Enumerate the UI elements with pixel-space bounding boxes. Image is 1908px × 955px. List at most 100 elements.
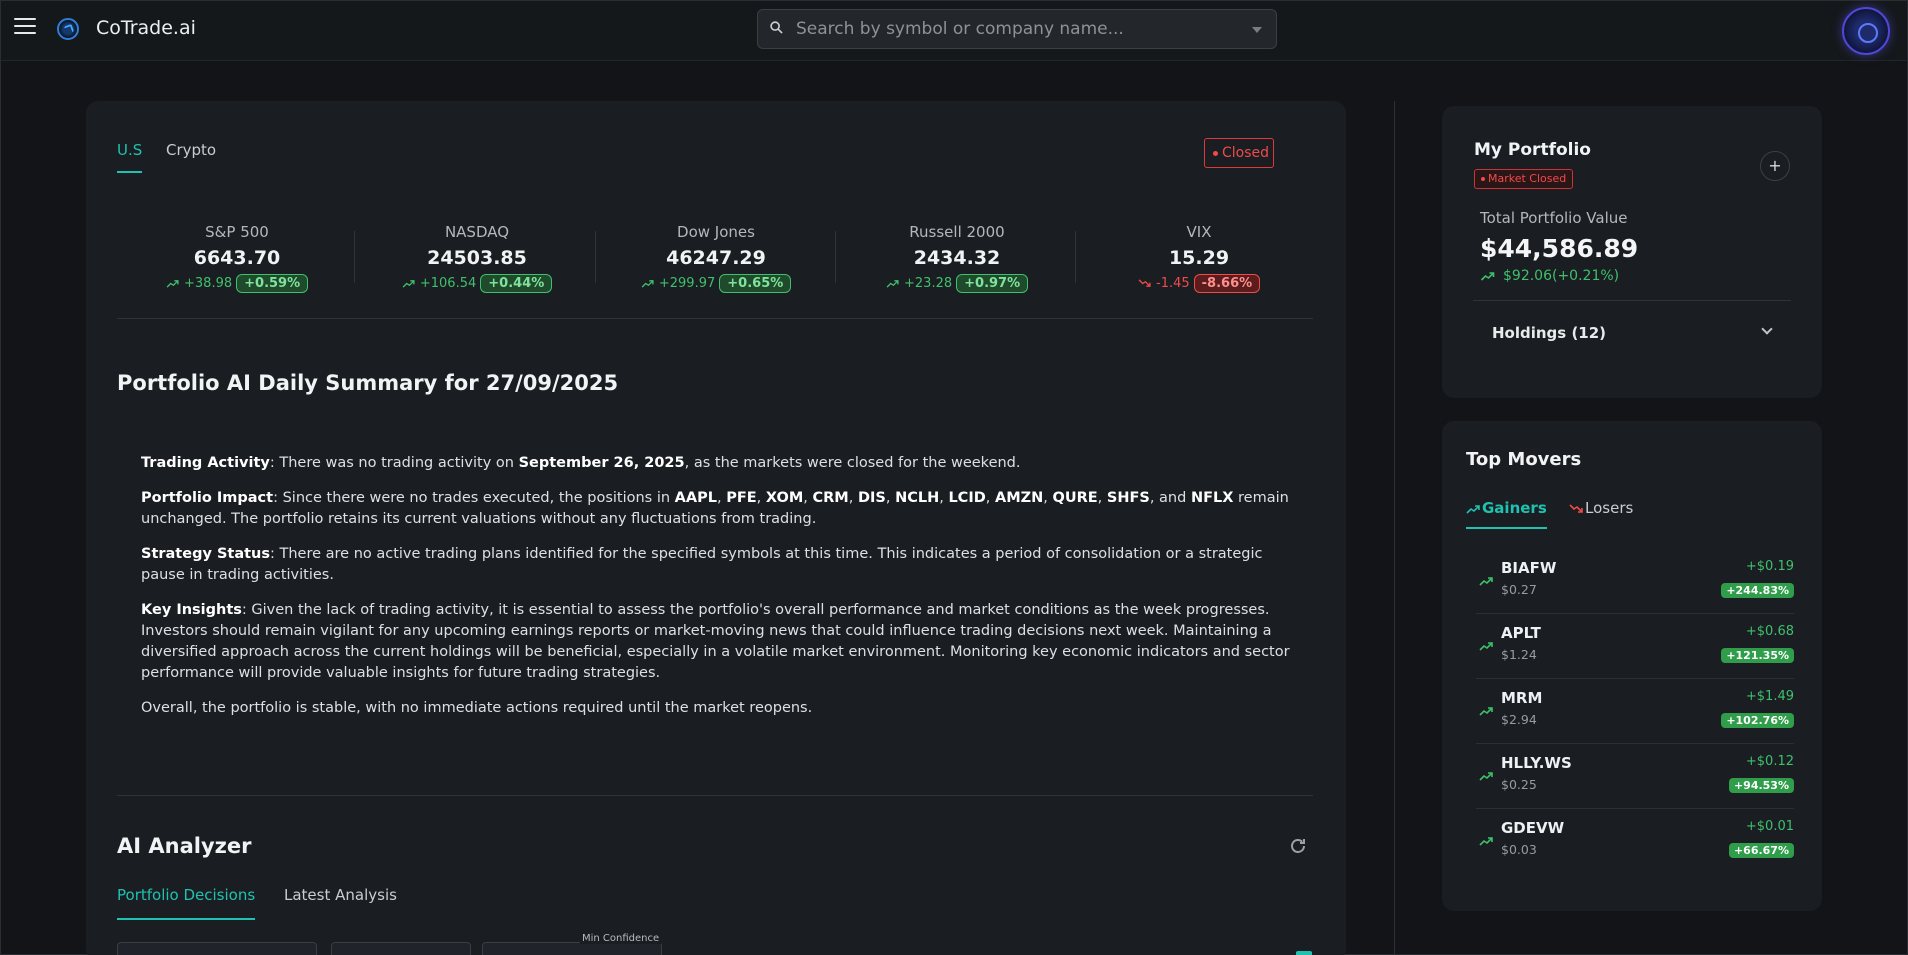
market-closed-badge: Market Closed (1474, 169, 1574, 189)
summary-text: : There was no trading activity on (269, 455, 519, 471)
index-value: 46247.29 (666, 247, 766, 269)
mover-pct-badge: +94.53% (1728, 778, 1794, 793)
summary-text: , and (1149, 490, 1191, 506)
portfolio-title: My Portfolio (1474, 140, 1591, 160)
tab-losers[interactable]: Losers (1569, 499, 1633, 517)
summary-label: Strategy Status (141, 546, 270, 562)
index-card-dow-jones[interactable]: Dow Jones 46247.29 +299.97 +0.65% (596, 221, 836, 301)
top-movers-title: Top Movers (1466, 449, 1582, 470)
index-value: 15.29 (1168, 247, 1230, 269)
trend-up-icon (402, 280, 415, 288)
mover-price: $0.27 (1501, 582, 1537, 597)
symbol: SHFS (1106, 490, 1150, 506)
mover-row[interactable]: MRM $2.94 +$1.49 +102.76% (1476, 679, 1794, 744)
summary-portfolio-impact: Portfolio Impact: Since there were no tr… (141, 490, 1289, 527)
trend-up-icon (1479, 707, 1493, 716)
avatar[interactable] (1842, 7, 1890, 55)
top-bar: CoTrade.ai (1, 1, 1907, 61)
main-panel: U.S Crypto Closed S&P 500 6643.70 +38.98… (86, 101, 1346, 955)
index-change-pct: +0.44% (480, 274, 553, 293)
symbol: QURE (1052, 490, 1098, 506)
mover-symbol: HLLY.WS (1501, 754, 1572, 772)
index-divider (354, 231, 355, 283)
holdings-toggle[interactable]: Holdings (12) (1473, 312, 1791, 352)
symbol: PFE (726, 490, 757, 506)
toggle-switch[interactable] (1296, 951, 1312, 955)
summary-strategy-status: Strategy Status: There are no active tra… (141, 544, 1291, 586)
mover-price: $0.25 (1501, 777, 1537, 792)
mover-row[interactable]: APLT $1.24 +$0.68 +121.35% (1476, 614, 1794, 679)
mover-pct-badge: +121.35% (1721, 648, 1794, 663)
index-name: NASDAQ (444, 223, 510, 241)
tab-us[interactable]: U.S (117, 141, 143, 173)
mover-row[interactable]: BIAFW $0.27 +$0.19 +244.83% (1476, 549, 1794, 614)
ai-analyzer-title: AI Analyzer (117, 834, 252, 858)
mover-symbol: BIAFW (1501, 559, 1557, 577)
summary-label: Key Insights (141, 602, 242, 618)
index-card-nasdaq[interactable]: NASDAQ 24503.85 +106.54 +0.44% (357, 221, 597, 301)
mover-pct-badge: +102.76% (1721, 713, 1794, 728)
index-change: +38.98 +0.59% (117, 274, 357, 293)
summary-key-insights: Key Insights: Given the lack of trading … (141, 600, 1291, 684)
portfolio-change-value: $92.06(+0.21%) (1503, 268, 1620, 284)
mover-change: +$0.19 (1745, 559, 1794, 574)
symbol: DIS (857, 490, 886, 506)
trend-up-icon (166, 280, 179, 288)
index-change-pct: +0.97% (956, 274, 1029, 293)
market-status-badge: Closed (1204, 138, 1274, 168)
trend-down-icon (1138, 279, 1151, 287)
brand-name[interactable]: CoTrade.ai (96, 17, 196, 39)
column-divider (1394, 101, 1395, 955)
chevron-down-icon[interactable] (1252, 27, 1262, 33)
tab-latest-analysis[interactable]: Latest Analysis (284, 886, 397, 904)
index-divider (835, 231, 836, 283)
action-filter[interactable] (331, 942, 471, 955)
trend-up-icon (641, 280, 654, 288)
symbol: LCID (948, 490, 986, 506)
search-icon (770, 21, 783, 34)
add-portfolio-button[interactable]: + (1760, 151, 1790, 181)
tab-portfolio-decisions[interactable]: Portfolio Decisions (117, 886, 256, 920)
index-change-value: -1.45 (1156, 276, 1190, 291)
index-change-value: +299.97 (658, 276, 716, 291)
mover-symbol: GDEVW (1501, 819, 1565, 837)
menu-icon[interactable] (14, 18, 36, 36)
index-value: 2434.32 (913, 247, 1001, 269)
index-card-vix[interactable]: VIX 15.29 -1.45 -8.66% (1079, 221, 1319, 301)
symbol: CRM (812, 490, 849, 506)
status-dot-icon (1481, 177, 1485, 181)
summary-label: Trading Activity (141, 455, 270, 471)
mover-row[interactable]: GDEVW $0.03 +$0.01 +66.67% (1476, 809, 1794, 874)
tab-gainers[interactable]: Gainers (1466, 499, 1547, 529)
symbol: NFLX (1190, 490, 1234, 506)
index-change-pct: +0.65% (719, 274, 792, 293)
mover-symbol: MRM (1501, 689, 1543, 707)
portfolio-divider (1473, 300, 1791, 301)
search-input[interactable] (796, 16, 1236, 42)
summary-body: Trading Activity: There was no trading a… (141, 453, 1291, 733)
index-change-pct: +0.59% (236, 274, 309, 293)
summary-label: Portfolio Impact (141, 490, 274, 506)
mover-row[interactable]: HLLY.WS $0.25 +$0.12 +94.53% (1476, 744, 1794, 809)
status-dot-icon (1213, 150, 1218, 156)
mover-symbol: APLT (1501, 624, 1541, 642)
index-strip: S&P 500 6643.70 +38.98 +0.59% NASDAQ 2450… (117, 221, 1313, 319)
section-divider (117, 795, 1313, 796)
index-change: +106.54 +0.44% (357, 274, 597, 293)
tab-gainers-label: Gainers (1482, 499, 1547, 517)
tab-crypto[interactable]: Crypto (166, 141, 216, 159)
symbol-filter[interactable] (117, 942, 317, 955)
index-card-russell-2000[interactable]: Russell 2000 2434.32 +23.28 +0.97% (837, 221, 1077, 301)
summary-text: : There are no active trading plans iden… (141, 546, 1263, 583)
index-name: Russell 2000 (909, 223, 1005, 241)
portfolio-value-label: Total Portfolio Value (1480, 209, 1628, 227)
mover-change: +$0.01 (1745, 819, 1794, 834)
logo-icon[interactable] (57, 18, 79, 40)
trend-up-icon (1480, 272, 1495, 281)
search-box[interactable] (757, 9, 1277, 49)
index-change: -1.45 -8.66% (1079, 274, 1319, 293)
refresh-icon[interactable] (1288, 836, 1308, 856)
summary-text: : Since there were no trades executed, t… (273, 490, 675, 506)
index-card-sp500[interactable]: S&P 500 6643.70 +38.98 +0.59% (117, 221, 357, 301)
summary-text: , as the markets were closed for the wee… (684, 455, 1021, 471)
